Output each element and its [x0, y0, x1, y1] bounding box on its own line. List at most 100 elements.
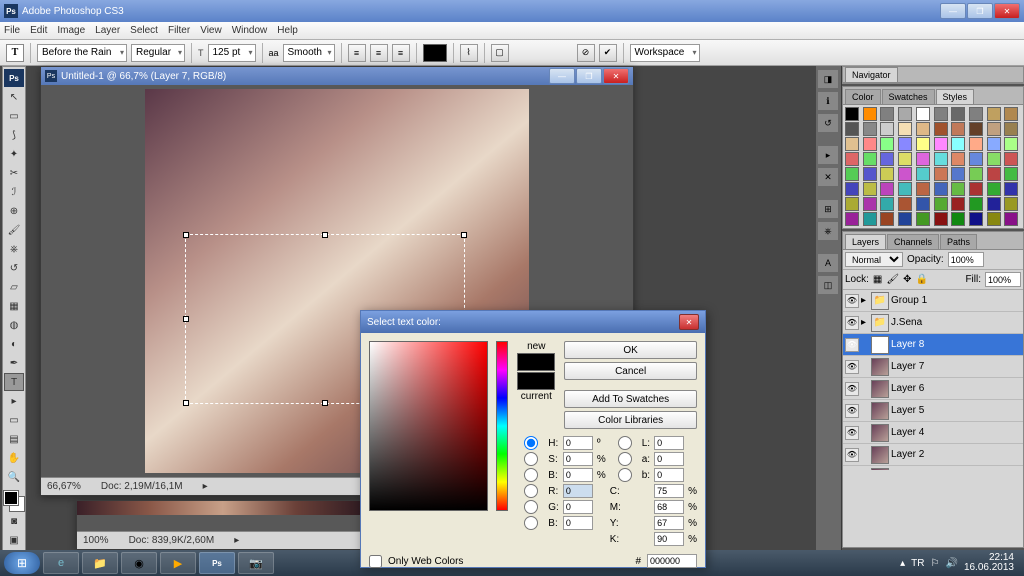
- style-swatch[interactable]: [863, 107, 877, 121]
- lock-paint-icon[interactable]: 🖌: [886, 274, 899, 285]
- style-swatch[interactable]: [863, 182, 877, 196]
- style-swatch[interactable]: [845, 122, 859, 136]
- style-swatch[interactable]: [845, 212, 859, 226]
- eyedropper-tool[interactable]: ℐ: [4, 183, 24, 201]
- style-swatch[interactable]: [987, 167, 1001, 181]
- a-input[interactable]: [654, 452, 684, 466]
- h-input[interactable]: [563, 436, 593, 450]
- fill-input[interactable]: [985, 272, 1021, 287]
- stamp-tool[interactable]: ⎈: [4, 240, 24, 258]
- l-input[interactable]: [654, 436, 684, 450]
- marquee-tool[interactable]: ▭: [4, 107, 24, 125]
- style-swatch[interactable]: [1004, 197, 1018, 211]
- cancel-button[interactable]: Cancel: [564, 362, 697, 380]
- a-radio[interactable]: [610, 452, 640, 466]
- style-swatch[interactable]: [951, 152, 965, 166]
- style-swatch[interactable]: [934, 182, 948, 196]
- layer-name[interactable]: Layer 2: [891, 449, 924, 460]
- style-swatch[interactable]: [880, 167, 894, 181]
- style-swatch[interactable]: [916, 122, 930, 136]
- k-input[interactable]: [654, 532, 684, 546]
- font-size-select[interactable]: 125 pt: [208, 44, 256, 62]
- type-tool[interactable]: T: [4, 373, 24, 391]
- layer-row[interactable]: 👁Layer 3: [843, 466, 1023, 470]
- para-icon[interactable]: A: [818, 254, 838, 272]
- g-radio[interactable]: [516, 500, 546, 514]
- style-swatch[interactable]: [987, 212, 1001, 226]
- color-picker-title-bar[interactable]: Select text color: ✕: [361, 311, 705, 333]
- style-swatch[interactable]: [951, 182, 965, 196]
- style-swatch[interactable]: [880, 182, 894, 196]
- style-swatch[interactable]: [863, 212, 877, 226]
- menu-help[interactable]: Help: [277, 25, 298, 36]
- r-input[interactable]: [563, 484, 593, 498]
- layer-thumbnail[interactable]: T: [871, 336, 889, 354]
- style-swatch[interactable]: [916, 152, 930, 166]
- style-swatch[interactable]: [934, 197, 948, 211]
- style-swatch[interactable]: [1004, 167, 1018, 181]
- styles-grid[interactable]: [843, 105, 1023, 228]
- web-colors-checkbox[interactable]: [369, 555, 382, 568]
- style-swatch[interactable]: [898, 182, 912, 196]
- channels-tab[interactable]: Channels: [887, 234, 939, 249]
- b-input[interactable]: [654, 468, 684, 482]
- style-swatch[interactable]: [898, 137, 912, 151]
- task-photoshop[interactable]: Ps: [199, 552, 235, 574]
- style-swatch[interactable]: [916, 167, 930, 181]
- style-swatch[interactable]: [1004, 212, 1018, 226]
- style-swatch[interactable]: [916, 197, 930, 211]
- style-swatch[interactable]: [898, 122, 912, 136]
- style-swatch[interactable]: [1004, 182, 1018, 196]
- layer-name[interactable]: Layer 4: [891, 427, 924, 438]
- style-swatch[interactable]: [951, 137, 965, 151]
- bv-radio[interactable]: [516, 468, 546, 482]
- brush-tool[interactable]: 🖌: [4, 221, 24, 239]
- menu-window[interactable]: Window: [232, 25, 268, 36]
- align-center-button[interactable]: ≡: [370, 44, 388, 62]
- y-input[interactable]: [654, 516, 684, 530]
- task-camera[interactable]: 📷: [238, 552, 274, 574]
- layer-row[interactable]: 👁Layer 4: [843, 422, 1023, 444]
- color-chips[interactable]: [4, 491, 24, 511]
- style-swatch[interactable]: [916, 137, 930, 151]
- style-swatch[interactable]: [969, 182, 983, 196]
- style-swatch[interactable]: [898, 152, 912, 166]
- style-swatch[interactable]: [951, 122, 965, 136]
- style-swatch[interactable]: [898, 107, 912, 121]
- style-swatch[interactable]: [880, 107, 894, 121]
- ok-button[interactable]: OK: [564, 341, 697, 359]
- doc-close-button[interactable]: ✕: [603, 68, 629, 84]
- style-swatch[interactable]: [863, 197, 877, 211]
- visibility-eye-icon[interactable]: 👁: [845, 404, 859, 418]
- style-swatch[interactable]: [987, 107, 1001, 121]
- layer-row[interactable]: 👁▸📁J.Sena: [843, 312, 1023, 334]
- layer-row[interactable]: 👁Layer 6: [843, 378, 1023, 400]
- secondary-zoom[interactable]: 100%: [83, 535, 109, 546]
- style-swatch[interactable]: [845, 137, 859, 151]
- task-wmp[interactable]: ▶: [160, 552, 196, 574]
- hue-slider[interactable]: [496, 341, 508, 511]
- visibility-eye-icon[interactable]: 👁: [845, 470, 859, 471]
- toggle-panels-button[interactable]: ▢: [491, 44, 509, 62]
- document-title-bar[interactable]: Ps Untitled-1 @ 66,7% (Layer 7, RGB/8) —…: [41, 67, 633, 85]
- layer-name[interactable]: Group 1: [891, 295, 927, 306]
- style-swatch[interactable]: [1004, 152, 1018, 166]
- visibility-eye-icon[interactable]: 👁: [845, 448, 859, 462]
- style-swatch[interactable]: [969, 152, 983, 166]
- style-swatch[interactable]: [880, 212, 894, 226]
- history-brush-tool[interactable]: ↺: [4, 259, 24, 277]
- style-swatch[interactable]: [845, 107, 859, 121]
- style-swatch[interactable]: [916, 182, 930, 196]
- s-input[interactable]: [563, 452, 593, 466]
- layer-thumbnail[interactable]: [871, 402, 889, 420]
- tray-volume-icon[interactable]: 🔊: [945, 558, 957, 569]
- doc-zoom[interactable]: 66,67%: [47, 481, 81, 492]
- visibility-eye-icon[interactable]: 👁: [845, 360, 859, 374]
- color-libraries-button[interactable]: Color Libraries: [564, 411, 697, 429]
- g-input[interactable]: [563, 500, 593, 514]
- style-swatch[interactable]: [1004, 122, 1018, 136]
- style-swatch[interactable]: [987, 197, 1001, 211]
- style-swatch[interactable]: [916, 212, 930, 226]
- style-swatch[interactable]: [951, 167, 965, 181]
- navigator-tab[interactable]: Navigator: [845, 67, 898, 82]
